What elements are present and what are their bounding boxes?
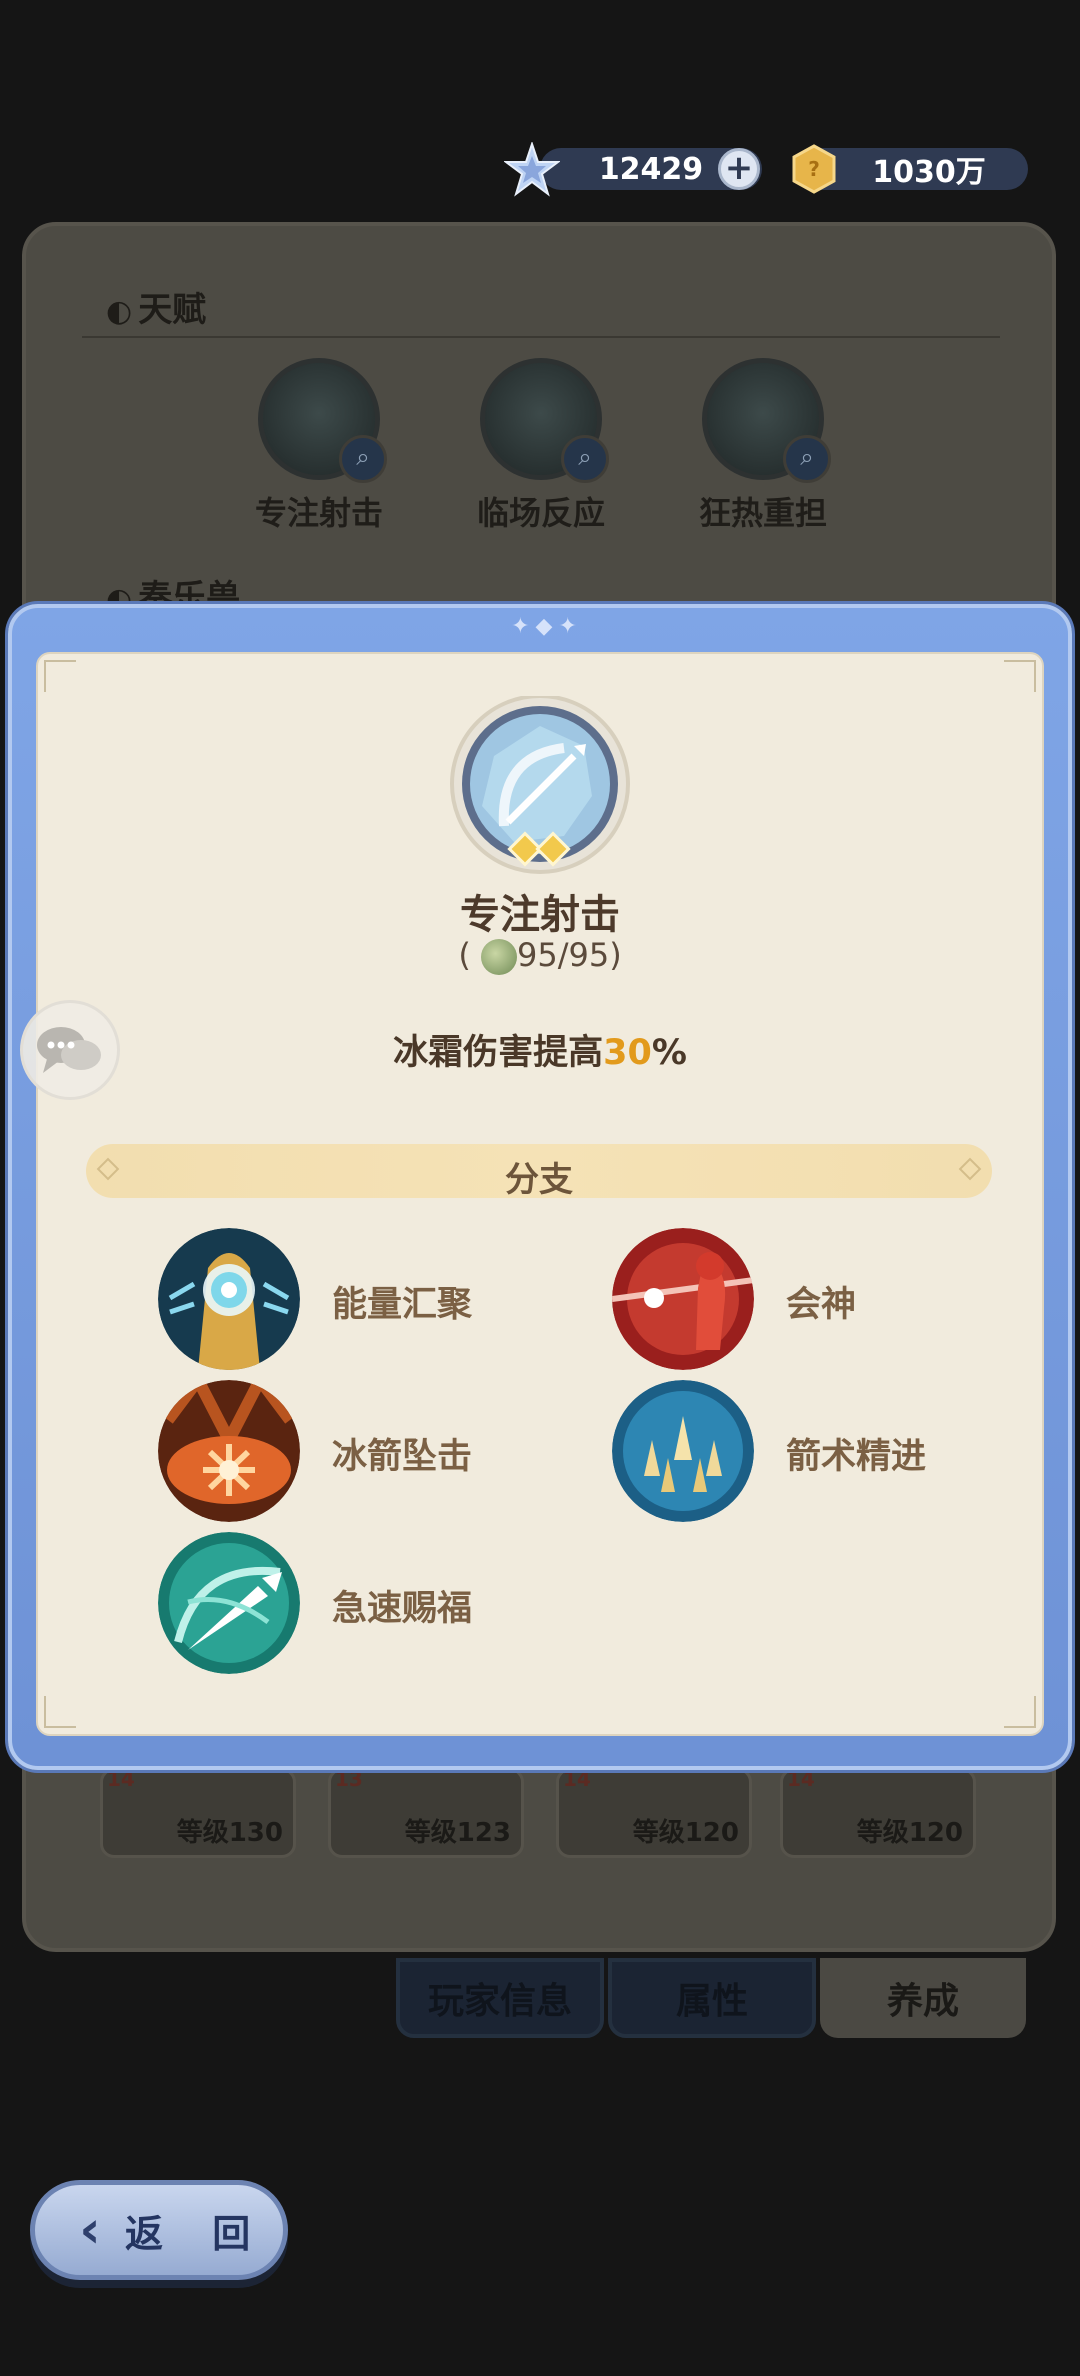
frame-ornament: ✦◆✦	[511, 614, 583, 639]
pet-level: 等级120	[856, 1818, 963, 1848]
branch-label-archery-mastery: 箭术精进	[786, 1437, 927, 1477]
pet-level: 等级130	[176, 1818, 283, 1848]
skill-progress: ( 95/95)	[458, 936, 622, 975]
talent-icon: ◐	[106, 294, 133, 329]
skill-description: 冰霜伤害提高30%	[393, 1033, 687, 1073]
talent-icon-focused-shot[interactable]: ⌕	[258, 358, 387, 483]
divider	[82, 336, 1000, 338]
swift-blessing-icon[interactable]	[158, 1532, 300, 1674]
rune-icon	[480, 939, 517, 975]
branch-label-swift-blessing: 急速赐福	[332, 1589, 473, 1629]
talent-label: 临场反应	[476, 494, 605, 532]
back-button-label: 返 回	[125, 2211, 269, 2256]
talent-section-title: ◐ 天赋	[106, 290, 207, 330]
skill-name: 专注射击	[460, 892, 620, 938]
magnify-icon: ⌕	[339, 435, 387, 483]
branch-label-concentration: 会神	[786, 1285, 857, 1325]
talent-icon-quick-reaction[interactable]: ⌕	[480, 358, 609, 483]
pet-rank-badge: 14	[107, 1767, 135, 1791]
focused-shot-skill-icon	[450, 696, 630, 874]
talent-label: 专注射击	[254, 494, 383, 532]
talent-icon-frenzy-burden[interactable]: ⌕	[702, 358, 831, 483]
pet-rank-badge: 14	[787, 1767, 815, 1791]
back-button[interactable]: ‹ 返 回	[30, 2180, 288, 2280]
corner-ornament	[1004, 660, 1036, 692]
pet-rank-badge: 14	[563, 1767, 591, 1791]
pet-level: 等级120	[632, 1818, 739, 1848]
chat-button[interactable]	[20, 1000, 120, 1100]
gold-coin-icon: ?	[792, 144, 836, 194]
energy-gather-icon[interactable]	[158, 1228, 300, 1370]
star-gem-icon	[504, 142, 560, 197]
back-arrow-icon: ‹	[79, 2200, 101, 2260]
concentration-icon[interactable]	[612, 1228, 754, 1370]
pet-level: 等级123	[404, 1818, 511, 1848]
pet-card[interactable]: 14 等级120	[556, 1767, 752, 1858]
corner-ornament	[1004, 1696, 1036, 1728]
corner-ornament	[44, 660, 76, 692]
ice-arrow-strike-icon[interactable]	[158, 1380, 300, 1522]
add-star-button[interactable]: +	[718, 148, 760, 190]
pet-card[interactable]: 14 等级120	[780, 1767, 976, 1858]
pet-card[interactable]: 13 等级123	[328, 1767, 524, 1858]
skill-bonus-value: 30	[603, 1033, 652, 1073]
branch-header: 分支	[86, 1144, 992, 1200]
corner-ornament	[44, 1696, 76, 1728]
branch-label-ice-arrow-strike: 冰箭坠击	[332, 1437, 473, 1477]
svg-text:?: ?	[808, 157, 820, 181]
magnify-icon: ⌕	[561, 435, 609, 483]
chat-bubble-icon	[37, 1027, 101, 1073]
tab-cultivate[interactable]: 养成	[820, 1958, 1026, 2038]
skill-progress-value: 95/95	[516, 936, 610, 974]
branch-label-energy-gather: 能量汇聚	[332, 1285, 473, 1325]
pet-rank-badge: 13	[335, 1767, 363, 1791]
archery-mastery-icon[interactable]	[612, 1380, 754, 1522]
tab-attributes[interactable]: 属性	[608, 1958, 816, 2038]
branch-title: 分支	[505, 1160, 573, 1200]
tab-player-info[interactable]: 玩家信息	[396, 1958, 604, 2038]
magnify-icon: ⌕	[783, 435, 831, 483]
talent-label: 狂热重担	[698, 494, 827, 532]
pet-card[interactable]: 14 等级130	[100, 1767, 296, 1858]
